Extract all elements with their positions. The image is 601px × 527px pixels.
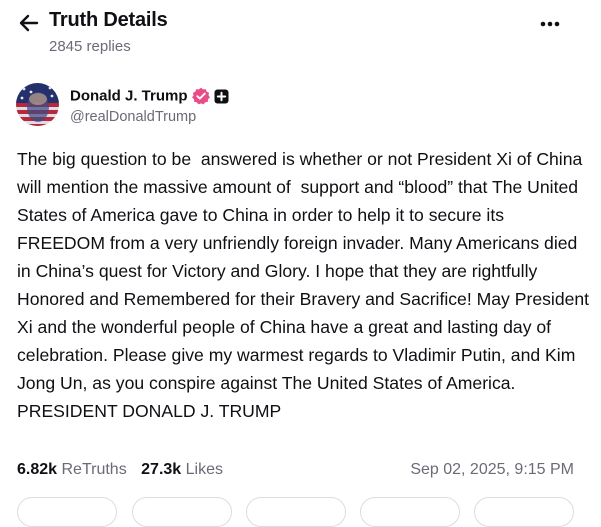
display-name-row: Donald J. Trump [70,87,229,107]
likes-label: Likes [185,461,224,478]
like-button[interactable] [246,497,346,527]
display-name[interactable]: Donald J. Trump [70,88,188,105]
arrow-left-icon [19,14,39,32]
plus-badge-icon [214,89,229,104]
post-actions [17,497,577,527]
reply-count: 2845 replies [49,38,131,55]
author-handle[interactable]: @realDonaldTrump [70,109,196,125]
likes-count: 27.3k [141,461,182,478]
avatar[interactable] [16,83,59,126]
back-button[interactable] [16,10,42,36]
likes-stat[interactable]: 27.3k Likes [141,461,223,479]
more-options-button[interactable] [536,12,564,36]
verified-badge-icon [191,87,210,105]
quote-button[interactable] [360,497,460,527]
page-title: Truth Details [49,9,168,31]
retruth-button[interactable] [132,497,232,527]
retruths-label: ReTruths [61,461,127,478]
post-author: Donald J. Trump @realDonaldTrump [16,83,576,129]
page-header: Truth Details 2845 replies [0,0,601,66]
more-horizontal-icon [540,21,560,27]
post-stats: 6.82k ReTruths 27.3k Likes Sep 02, 2025,… [17,461,577,483]
retruths-stat[interactable]: 6.82k ReTruths [17,461,127,479]
reply-button[interactable] [17,497,117,527]
post-timestamp: Sep 02, 2025, 9:15 PM [410,461,574,478]
post-body: The big question to be answered is wheth… [17,149,594,421]
retruths-count: 6.82k [17,461,58,478]
share-button[interactable] [474,497,574,527]
